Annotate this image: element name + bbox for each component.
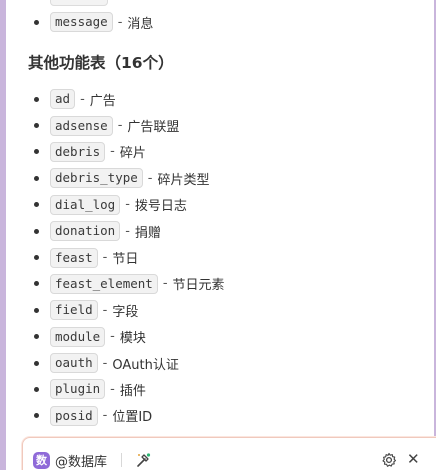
item-separator: -	[110, 329, 115, 345]
table-description: 插件	[119, 383, 146, 399]
list-item: plugin - 插件	[6, 376, 434, 402]
list-item: debris - 碎片	[6, 139, 434, 165]
other-tables-list: ad - 广告 adsense - 广告联盟 debris - 碎片 debris_type - 碎片…	[6, 86, 434, 429]
item-separator: -	[147, 170, 153, 186]
list-item: feast_element - 节日元素	[6, 271, 434, 297]
item-separator: -	[102, 355, 108, 371]
item-separator: -	[110, 381, 115, 397]
list-item: field - 字段	[6, 297, 434, 323]
item-separator: -	[102, 408, 108, 424]
first-list: message - 消息	[6, 9, 434, 35]
section-title: 其他功能表（16个）	[28, 54, 174, 72]
table-name-code: field	[50, 300, 98, 321]
table-name-code: dial_log	[50, 194, 121, 215]
list-item: message - 消息	[6, 9, 434, 35]
table-description: 消息	[127, 16, 154, 32]
close-icon[interactable]: ✕	[407, 450, 420, 468]
list-item: feast - 节日	[6, 244, 434, 270]
message-content: message - 消息 其他功能表（16个） ad - 广告 adsense - 广告联盟 d…	[6, 0, 434, 470]
list-item: oauth - OAuth认证	[6, 350, 434, 376]
table-description: 广告联盟	[127, 120, 180, 136]
list-item: posid - 位置ID	[6, 403, 434, 429]
table-name-code: message	[50, 12, 113, 33]
table-name-code: debris	[50, 141, 106, 162]
table-name-code: oauth	[50, 353, 98, 374]
table-description: 位置ID	[112, 410, 153, 426]
toolbar-divider	[121, 453, 122, 467]
database-chip[interactable]: 数 @数据库	[33, 450, 107, 470]
chat-window: message - 消息 其他功能表（16个） ad - 广告 adsense - 广告联盟 d…	[0, 0, 436, 470]
list-item: ad - 广告	[6, 86, 434, 112]
list-item: adsense - 广告联盟	[6, 112, 434, 138]
table-name-code: donation	[50, 221, 121, 242]
list-item: debris_type - 碎片类型	[6, 165, 434, 191]
item-separator: -	[125, 197, 130, 213]
item-separator: -	[162, 276, 168, 292]
table-name-code: posid	[50, 405, 98, 426]
table-name-code: debris_type	[50, 168, 143, 189]
item-separator: -	[125, 223, 130, 239]
table-name-code: feast	[50, 247, 98, 268]
item-separator: -	[80, 91, 85, 107]
database-label: @数据库	[55, 454, 108, 470]
table-name-code: module	[50, 326, 106, 347]
item-separator: -	[102, 302, 108, 318]
clipped-code-chip	[50, 0, 108, 6]
table-description: 碎片	[119, 146, 146, 162]
table-description: OAuth认证	[112, 357, 179, 373]
item-separator: -	[117, 118, 123, 134]
table-description: 拨号日志	[134, 199, 187, 215]
item-separator: -	[102, 250, 108, 266]
tool-icon[interactable]	[135, 451, 151, 469]
item-separator: -	[117, 14, 123, 30]
table-description: 碎片类型	[157, 172, 210, 188]
table-description: 捐赠	[134, 225, 161, 241]
list-item: donation - 捐赠	[6, 218, 434, 244]
table-description: 字段	[112, 304, 139, 320]
table-description: 模块	[119, 331, 146, 347]
table-description: 广告	[89, 93, 116, 109]
database-icon: 数	[33, 451, 50, 469]
item-separator: -	[110, 144, 115, 160]
table-name-code: feast_element	[50, 273, 158, 294]
table-name-code: plugin	[50, 379, 106, 400]
table-description: 节日	[112, 252, 139, 268]
list-item: module - 模块	[6, 324, 434, 350]
table-description: 节日元素	[172, 278, 225, 294]
gear-icon[interactable]	[381, 452, 397, 468]
chat-input-box[interactable]: 数 @数据库 ✕	[22, 437, 436, 470]
list-item: dial_log - 拨号日志	[6, 192, 434, 218]
table-name-code: ad	[50, 89, 76, 110]
table-name-code: adsense	[50, 115, 113, 136]
